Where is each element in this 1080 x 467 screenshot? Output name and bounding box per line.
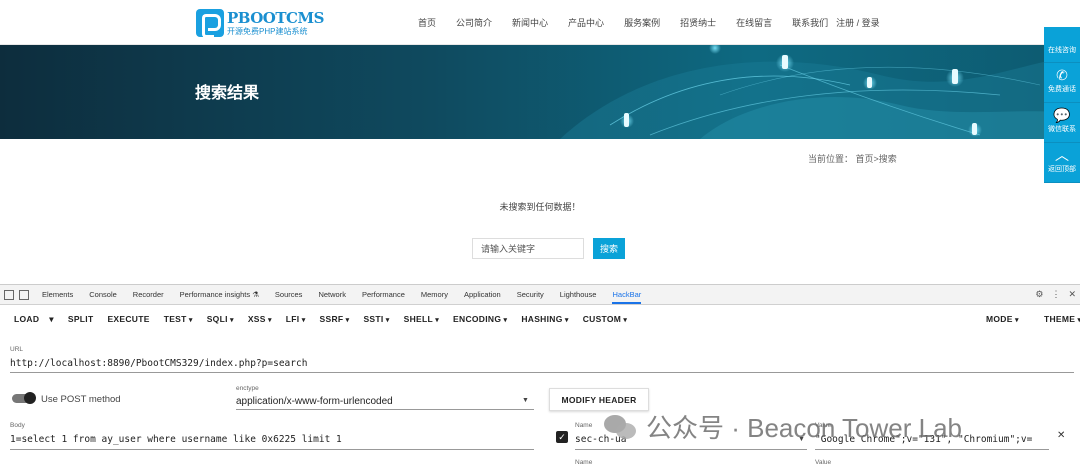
use-post-toggle[interactable] <box>12 392 36 404</box>
enctype-underline <box>236 409 534 410</box>
device-toolbar-icon[interactable] <box>19 289 29 300</box>
split-button[interactable]: SPLIT <box>68 314 94 324</box>
header2-name-label: Name <box>575 459 593 466</box>
float-label-chat: 在线咨询 <box>1048 47 1076 54</box>
header-name-underline <box>575 449 807 450</box>
tab-memory[interactable]: Memory <box>421 290 448 299</box>
sqli-menu[interactable]: SQLI <box>207 314 234 324</box>
page-title: 搜索结果 <box>195 85 260 102</box>
float-item-online-chat[interactable]: 在线咨询 <box>1044 27 1080 63</box>
header-name-label: Name <box>575 422 593 429</box>
wechat-watermark-icon <box>604 413 638 441</box>
tab-security[interactable]: Security <box>517 290 544 299</box>
tab-recorder[interactable]: Recorder <box>133 290 164 299</box>
main-nav: 首页 公司简介 新闻中心 产品中心 服务案例 招贤纳士 在线留言 联系我们 注册… <box>418 0 880 45</box>
url-field[interactable]: http://localhost:8890/PbootCMS329/index.… <box>10 358 307 369</box>
float-contact-bar: 在线咨询 ✆ 免费通话 💬 微信联系 ︿ 返回顶部 <box>1044 27 1080 183</box>
site-logo[interactable]: PBOOTCMS 开源免费PHP建站系统 <box>196 8 324 38</box>
nav-item-home[interactable]: 首页 <box>418 16 436 29</box>
theme-menu[interactable]: THEME <box>1044 314 1080 324</box>
nav-item-contact[interactable]: 联系我们 <box>792 16 828 29</box>
load-dropdown-icon[interactable]: ▾ <box>49 314 54 325</box>
header-enabled-checkbox[interactable]: ✓ <box>556 431 568 443</box>
xss-menu[interactable]: XSS <box>248 314 272 324</box>
tab-network[interactable]: Network <box>318 290 346 299</box>
custom-menu[interactable]: CUSTOM <box>583 314 628 324</box>
devtools-tab-bar: Elements Console Recorder Performance in… <box>0 285 1080 305</box>
header2-value-label: Value <box>815 459 832 466</box>
phone-icon: ✆ <box>1056 67 1068 83</box>
load-button[interactable]: LOAD <box>14 314 39 324</box>
tab-lighthouse[interactable]: Lighthouse <box>560 290 597 299</box>
float-label-wechat: 微信联系 <box>1048 126 1076 133</box>
use-post-label: Use POST method <box>41 394 121 405</box>
hashing-menu[interactable]: HASHING <box>521 314 568 324</box>
enctype-label: enctype <box>236 385 259 392</box>
breadcrumb-path[interactable]: 首页>搜索 <box>856 154 897 164</box>
page-banner: 搜索结果 <box>0 45 1080 139</box>
body-field[interactable]: 1=select 1 from ay_user where username l… <box>10 434 342 445</box>
remove-header-icon[interactable]: ✕ <box>1057 430 1065 441</box>
hackbar-toolbar: LOAD ▾ SPLIT EXECUTE TEST SQLI XSS LFI S… <box>0 305 1080 333</box>
tab-performance[interactable]: Performance <box>362 290 405 299</box>
site-header: PBOOTCMS 开源免费PHP建站系统 首页 公司简介 新闻中心 产品中心 服… <box>0 0 1080 45</box>
search-button[interactable]: 搜索 <box>593 238 625 259</box>
header-value-underline <box>815 449 1049 450</box>
enctype-select[interactable]: application/x-www-form-urlencoded <box>236 396 393 407</box>
float-item-back-to-top[interactable]: ︿ 返回顶部 <box>1044 143 1080 183</box>
settings-gear-icon[interactable]: ⚙ <box>1035 289 1043 300</box>
login-link[interactable]: 注册 / 登录 <box>836 16 880 29</box>
breadcrumb-prefix: 当前位置： <box>808 154 854 164</box>
chevron-up-icon: ︿ <box>1055 147 1069 163</box>
tab-hackbar[interactable]: HackBar <box>612 285 642 304</box>
shell-menu[interactable]: SHELL <box>404 314 439 324</box>
empty-result-message: 未搜索到任何数据！ <box>499 202 581 212</box>
watermark-text: 公众号 · Beacon Tower Lab <box>646 413 962 443</box>
nav-item-jobs[interactable]: 招贤纳士 <box>680 16 716 29</box>
pbootcms-logo-icon <box>196 9 224 38</box>
tab-sources[interactable]: Sources <box>275 290 303 299</box>
float-label-top: 返回顶部 <box>1048 166 1076 173</box>
url-underline <box>10 372 1074 373</box>
wechat-icon: 💬 <box>1053 107 1071 123</box>
ssti-menu[interactable]: SSTI <box>363 314 389 324</box>
float-label-call: 免费通话 <box>1048 86 1076 93</box>
breadcrumb: 当前位置： 首页>搜索 <box>808 152 897 165</box>
lfi-menu[interactable]: LFI <box>286 314 306 324</box>
nav-item-about[interactable]: 公司简介 <box>456 16 492 29</box>
ssrf-menu[interactable]: SSRF <box>320 314 350 324</box>
encoding-menu[interactable]: ENCODING <box>453 314 507 324</box>
mode-menu[interactable]: MODE <box>986 314 1019 324</box>
nav-item-message[interactable]: 在线留言 <box>736 16 772 29</box>
tab-console[interactable]: Console <box>89 290 117 299</box>
more-options-icon[interactable]: ⋮ <box>1051 289 1060 300</box>
nav-item-news[interactable]: 新闻中心 <box>512 16 548 29</box>
inspect-element-icon[interactable] <box>4 289 14 300</box>
close-devtools-icon[interactable]: ✕ <box>1068 289 1076 300</box>
watermark: 公众号 · Beacon Tower Lab <box>604 408 962 445</box>
float-item-wechat[interactable]: 💬 微信联系 <box>1044 103 1080 143</box>
tab-elements[interactable]: Elements <box>42 290 73 299</box>
body-label: Body <box>10 422 25 429</box>
body-underline <box>10 449 534 450</box>
banner-world-map-graphic <box>560 45 1080 139</box>
tab-performance-insights[interactable]: Performance insights ⚗ <box>180 290 259 299</box>
url-label: URL <box>10 346 24 353</box>
search-input[interactable] <box>472 238 584 259</box>
float-item-call[interactable]: ✆ 免费通话 <box>1044 63 1080 103</box>
logo-tagline: 开源免费PHP建站系统 <box>227 26 308 36</box>
nav-item-cases[interactable]: 服务案例 <box>624 16 660 29</box>
enctype-dropdown-icon[interactable]: ▼ <box>522 397 529 404</box>
logo-name: PBOOTCMS <box>227 8 324 27</box>
execute-button[interactable]: EXECUTE <box>107 314 149 324</box>
test-menu[interactable]: TEST <box>164 314 193 324</box>
tab-application[interactable]: Application <box>464 290 501 299</box>
nav-item-products[interactable]: 产品中心 <box>568 16 604 29</box>
